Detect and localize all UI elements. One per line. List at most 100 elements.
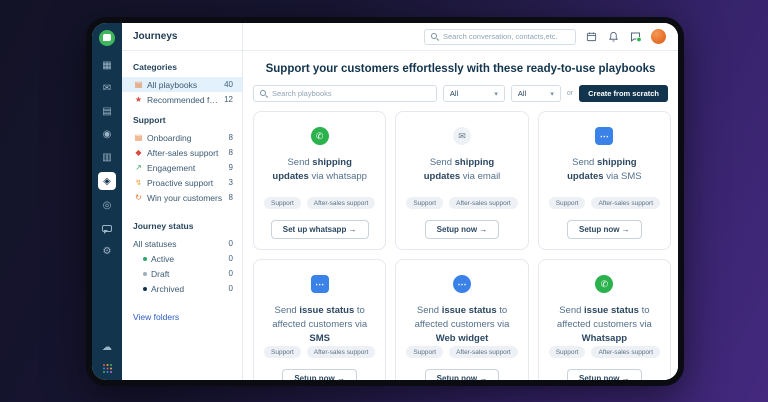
sidebar-item-count: 8 [229,148,233,157]
sidebar-item-count: 0 [229,254,233,263]
global-search-input[interactable] [443,32,569,41]
playbook-card[interactable]: Send shipping updates via whatsapp Suppo… [253,111,386,250]
settings-gear-icon[interactable]: ⚙ [98,243,116,259]
sidebar-item-onboarding[interactable]: ▤ Onboarding 8 [122,130,242,145]
filter-dropdown-channel[interactable]: All ▾ [511,85,561,102]
playbook-card[interactable]: Send issue status to affected customers … [538,259,671,380]
card-tags: Support After-sales support [549,197,660,209]
sidebar-item-status-active[interactable]: Active 0 [122,251,242,266]
sidebar-item-all-statuses[interactable]: All statuses 0 [122,236,242,251]
support-label: Support [122,115,242,125]
onboarding-icon: ▤ [133,133,144,142]
card-setup-button[interactable]: Setup now → [425,220,500,239]
card-tags: Support After-sales support [264,197,375,209]
playbook-card[interactable]: Send shipping updates via email Support … [395,111,528,250]
playbook-card[interactable]: Send issue status to affected customers … [253,259,386,380]
main-content: Support your customers effortlessly with… [243,51,678,380]
sidebar-item-win-your-customers[interactable]: ↻ Win your customers 8 [122,190,242,205]
sidebar-item-count: 0 [229,284,233,293]
customers-icon[interactable]: ◉ [98,126,116,142]
active-status-dot [143,257,147,261]
sidebar-item-label: After-sales support [147,148,225,158]
filter-dropdown-category[interactable]: All ▾ [443,85,505,102]
whatsapp-icon [311,127,329,145]
sidebar-item-status-archived[interactable]: Archived 0 [122,281,242,296]
sidebar: Journeys Categories ▤ All playbooks 40 ★… [122,23,243,380]
truck-icon: ◆ [133,148,144,157]
sms-icon [311,275,329,293]
tag: Support [264,197,301,209]
trend-up-icon: ↗ [133,163,144,172]
desktop-background: ▦ ✉ ▤ ◉ ▥ ◈ ◎ ⚙ ☁ Journeys Categories [0,0,768,402]
filter-row: All ▾ All ▾ or Create from scratch [253,85,668,102]
card-tags: Support After-sales support [264,346,375,358]
tag: After-sales support [307,197,376,209]
card-tags: Support After-sales support [406,197,517,209]
sidebar-item-label: Engagement [147,163,225,173]
sidebar-item-label: Proactive support [147,178,225,188]
dropdown-value: All [450,89,458,98]
sidebar-item-count: 8 [229,133,233,142]
global-search[interactable] [424,29,576,45]
card-setup-button[interactable]: Setup now → [567,369,642,380]
inbox-icon[interactable]: ✉ [98,80,116,96]
sidebar-item-engagement[interactable]: ↗ Engagement 9 [122,160,242,175]
card-title: Send shipping updates via SMS [549,156,660,184]
card-setup-button[interactable]: Setup now → [282,369,357,380]
automation-icon[interactable]: ▤ [98,103,116,119]
knowledge-base-icon[interactable]: ▥ [98,149,116,165]
main-panel: Support your customers effortlessly with… [243,23,678,380]
freshworks-ship-icon[interactable]: ☁ [98,339,116,355]
journeys-icon[interactable]: ◈ [98,172,116,190]
web-widget-icon [453,275,471,293]
playbook-card[interactable]: Send shipping updates via SMS Support Af… [538,111,671,250]
whatsapp-icon [595,275,613,293]
dashboard-icon[interactable]: ▦ [98,57,116,73]
tag: After-sales support [591,197,660,209]
page-title: Journeys [122,23,242,51]
sidebar-item-status-draft[interactable]: Draft 0 [122,266,242,281]
sidebar-item-all-playbooks[interactable]: ▤ All playbooks 40 [122,77,242,92]
sidebar-item-after-sales-support[interactable]: ◆ After-sales support 8 [122,145,242,160]
billing-icon[interactable]: ◎ [98,197,116,213]
sidebar-item-recommended[interactable]: ★ Recommended for you 12 [122,92,242,107]
sidebar-item-count: 8 [229,193,233,202]
user-avatar[interactable] [651,29,666,44]
page-headline: Support your customers effortlessly with… [253,63,668,75]
create-from-scratch-button[interactable]: Create from scratch [579,85,668,102]
tag: Support [264,346,301,358]
chat-status-icon[interactable] [629,30,642,43]
sidebar-item-proactive-support[interactable]: ↯ Proactive support 3 [122,175,242,190]
playbook-card-grid: Send shipping updates via whatsapp Suppo… [253,111,668,380]
sidebar-item-count: 0 [229,239,233,248]
search-icon [260,90,268,98]
tag: Support [406,197,443,209]
email-icon [453,127,471,145]
nav-rail: ▦ ✉ ▤ ◉ ▥ ◈ ◎ ⚙ ☁ [92,23,122,380]
sidebar-item-label: Win your customers [147,193,225,203]
playbook-card[interactable]: Send issue status to affected customers … [395,259,528,380]
rail-bottom: ☁ [98,339,116,373]
sidebar-item-label: Recommended for you [147,95,220,105]
sidebar-item-label: Archived [151,284,225,294]
playbook-search-input[interactable] [272,89,430,98]
sidebar-item-count: 0 [229,269,233,278]
card-setup-button[interactable]: Set up whatsapp → [271,220,369,239]
chevron-down-icon: ▾ [550,90,554,98]
view-folders-link[interactable]: View folders [122,312,242,322]
playbook-search[interactable] [253,85,437,102]
sidebar-body: Categories ▤ All playbooks 40 ★ Recommen… [122,51,242,322]
live-chat-icon[interactable] [98,220,116,236]
sidebar-item-label: All playbooks [147,80,220,90]
card-setup-button[interactable]: Setup now → [567,220,642,239]
calendar-icon[interactable] [585,30,598,43]
app-switcher-icon[interactable] [103,364,112,373]
categories-label: Categories [122,62,242,72]
sidebar-item-label: Onboarding [147,133,225,143]
sidebar-item-label: Active [151,254,225,264]
retention-icon: ↻ [133,193,144,202]
card-setup-button[interactable]: Setup now → [425,369,500,380]
or-label: or [567,90,573,97]
bell-icon[interactable] [607,30,620,43]
card-tags: Support After-sales support [406,346,517,358]
